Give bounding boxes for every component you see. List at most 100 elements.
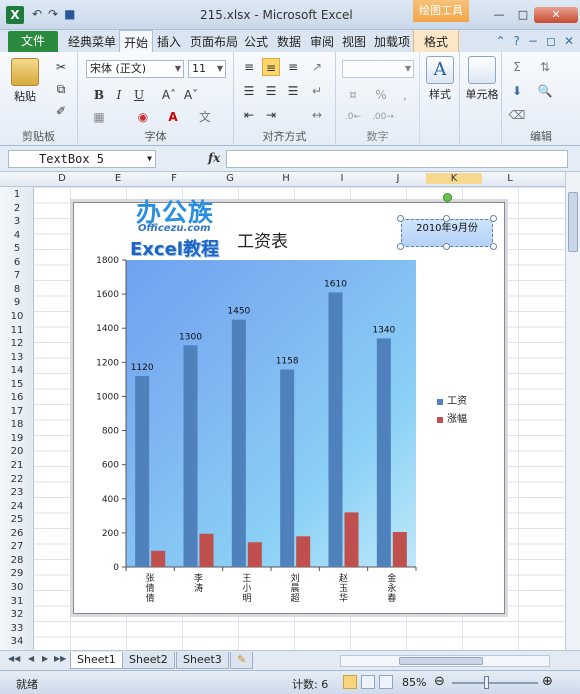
border-icon[interactable]: ▦	[90, 108, 108, 126]
first-sheet-icon[interactable]: ◀◀	[8, 654, 20, 663]
resize-handle-nw[interactable]	[397, 215, 404, 222]
column-header-k[interactable]: K	[426, 173, 482, 184]
horizontal-scrollbar[interactable]	[340, 655, 550, 667]
minimize-button[interactable]: —	[488, 7, 510, 23]
increase-decimal-icon[interactable]: .0←	[344, 108, 362, 126]
row-header[interactable]: 26	[0, 528, 34, 539]
sort-filter-icon[interactable]: ⇅	[536, 58, 554, 76]
row-header[interactable]: 12	[0, 338, 34, 349]
row-header[interactable]: 19	[0, 433, 34, 444]
zoom-slider-thumb[interactable]	[484, 676, 489, 689]
column-header-j[interactable]: J	[370, 173, 426, 184]
format-painter-icon[interactable]: ✐	[52, 102, 70, 120]
column-header-f[interactable]: F	[146, 173, 202, 184]
undo-icon[interactable]: ↶	[32, 7, 42, 21]
minimize-ribbon-icon[interactable]: ⌃	[495, 34, 505, 48]
font-color-icon[interactable]: A	[164, 108, 182, 126]
wrap-text-icon[interactable]: ↵	[308, 82, 326, 100]
number-format-combo[interactable]: ▼	[342, 60, 414, 78]
tab-file[interactable]: 文件	[8, 31, 58, 52]
sheet-tab-3[interactable]: Sheet3	[176, 652, 229, 669]
zoom-out-icon[interactable]: ⊖	[434, 674, 445, 689]
align-top-icon[interactable]: ≡	[240, 58, 258, 76]
zoom-in-icon[interactable]: ⊕	[542, 674, 553, 689]
next-sheet-icon[interactable]: ▶	[42, 654, 48, 663]
styles-button[interactable]: A 样式	[424, 56, 456, 102]
align-left-icon[interactable]: ☰	[240, 82, 258, 100]
row-header[interactable]: 2	[0, 203, 34, 214]
resize-handle-s[interactable]	[443, 243, 450, 250]
rotation-handle[interactable]	[443, 193, 452, 202]
decrease-indent-icon[interactable]: ⇤	[240, 106, 258, 124]
tab-classic-menu[interactable]: 经典菜单	[68, 33, 116, 50]
decrease-decimal-icon[interactable]: .00→	[372, 108, 394, 126]
row-header[interactable]: 18	[0, 419, 34, 430]
bold-icon[interactable]: B	[90, 86, 108, 104]
grow-font-icon[interactable]: Aˆ	[160, 86, 178, 104]
tab-review[interactable]: 审阅	[310, 33, 334, 50]
row-header[interactable]: 33	[0, 623, 34, 634]
prev-sheet-icon[interactable]: ◀	[28, 654, 34, 663]
column-header-h[interactable]: H	[258, 173, 314, 184]
tab-home[interactable]: 开始	[119, 30, 154, 52]
row-header[interactable]: 9	[0, 297, 34, 308]
percent-icon[interactable]: %	[372, 86, 390, 104]
align-bottom-icon[interactable]: ≡	[284, 58, 302, 76]
vertical-scrollbar[interactable]	[565, 172, 580, 650]
font-size-combo[interactable]: 11 ▼	[188, 60, 226, 78]
save-icon[interactable]: ■	[64, 7, 75, 21]
row-header[interactable]: 17	[0, 406, 34, 417]
zoom-slider-track[interactable]	[452, 682, 538, 684]
close-workbook-icon[interactable]: ✕	[564, 34, 574, 48]
normal-view-icon[interactable]	[343, 675, 357, 689]
tab-data[interactable]: 数据	[277, 33, 301, 50]
maximize-button[interactable]: □	[512, 7, 534, 23]
resize-handle-ne[interactable]	[490, 215, 497, 222]
merge-center-icon[interactable]: ↔	[308, 106, 326, 124]
resize-handle-sw[interactable]	[397, 243, 404, 250]
row-header[interactable]: 15	[0, 379, 34, 390]
clear-icon[interactable]: ⌫	[508, 106, 526, 124]
orientation-icon[interactable]: ↗	[308, 58, 326, 76]
row-header[interactable]: 23	[0, 487, 34, 498]
find-select-icon[interactable]: 🔍	[536, 82, 554, 100]
column-header-e[interactable]: E	[90, 173, 146, 184]
fill-color-icon[interactable]: ◉	[134, 108, 152, 126]
column-header-i[interactable]: I	[314, 173, 370, 184]
resize-handle-n[interactable]	[443, 215, 450, 222]
row-header[interactable]: 22	[0, 474, 34, 485]
paste-button[interactable]: 粘贴	[8, 58, 42, 104]
row-header[interactable]: 1	[0, 189, 34, 200]
tab-add-ins[interactable]: 加载项	[374, 33, 410, 50]
vertical-scroll-thumb[interactable]	[568, 192, 578, 252]
row-header[interactable]: 20	[0, 446, 34, 457]
restore-window-icon[interactable]: ◻	[546, 34, 556, 48]
row-header[interactable]: 3	[0, 216, 34, 227]
fill-icon[interactable]: ⬇	[508, 82, 526, 100]
zoom-level[interactable]: 85%	[402, 676, 426, 689]
row-header[interactable]: 30	[0, 582, 34, 593]
tab-formulas[interactable]: 公式	[244, 33, 268, 50]
column-header-l[interactable]: L	[482, 173, 538, 184]
sheet-tab-1[interactable]: Sheet1	[70, 652, 123, 669]
row-header[interactable]: 14	[0, 365, 34, 376]
row-header[interactable]: 16	[0, 392, 34, 403]
cells-button[interactable]: 单元格	[462, 56, 502, 102]
phonetic-icon[interactable]: 文	[196, 108, 214, 126]
close-button[interactable]: ✕	[534, 7, 578, 23]
row-header[interactable]: 32	[0, 609, 34, 620]
row-header[interactable]: 21	[0, 460, 34, 471]
autosum-icon[interactable]: Σ	[508, 58, 526, 76]
formula-input[interactable]	[226, 150, 568, 168]
column-header-d[interactable]: D	[34, 173, 90, 184]
font-name-combo[interactable]: 宋体 (正文) ▼	[86, 60, 184, 78]
increase-indent-icon[interactable]: ⇥	[262, 106, 280, 124]
row-header[interactable]: 7	[0, 270, 34, 281]
tab-format[interactable]: 格式	[413, 30, 460, 52]
excel-app-icon[interactable]: X	[6, 6, 24, 24]
plot-area[interactable]	[126, 260, 416, 567]
row-header[interactable]: 34	[0, 636, 34, 647]
cut-icon[interactable]: ✂	[52, 58, 70, 76]
row-header[interactable]: 8	[0, 284, 34, 295]
tab-view[interactable]: 视图	[342, 33, 366, 50]
